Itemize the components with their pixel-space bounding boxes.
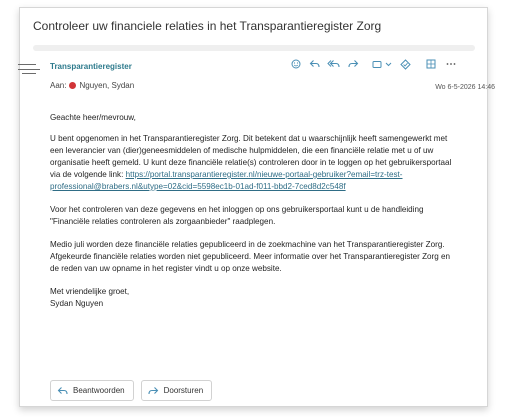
message-toolbar: [288, 57, 457, 71]
forward-icon[interactable]: [345, 57, 361, 71]
paragraph-2: Voor het controleren van deze gegevens e…: [50, 205, 424, 226]
reply-all-icon[interactable]: [325, 57, 342, 71]
forward-button[interactable]: Doorsturen: [140, 380, 213, 401]
greeting: Geachte heer/mevrouw,: [50, 113, 136, 122]
email-body: Geachte heer/mevrouw, U bent opgenomen i…: [50, 112, 452, 310]
email-date: Wo 6-5-2026 14:46: [435, 84, 495, 91]
reply-icon[interactable]: [306, 57, 322, 71]
paragraph-3: Medio juli worden deze financiële relati…: [50, 240, 450, 273]
sender-logo: [18, 64, 40, 74]
more-icon[interactable]: [445, 57, 457, 71]
forward-button-label: Doorsturen: [163, 386, 204, 395]
emoji-icon[interactable]: [288, 57, 303, 71]
reply-button[interactable]: Beantwoorden: [50, 380, 134, 401]
forward-icon: [148, 386, 158, 394]
to-label: Aan:: [50, 81, 67, 90]
signature: Sydan Nguyen: [50, 299, 104, 308]
sender-name[interactable]: Transparantieregister: [50, 62, 132, 71]
email-subject: Controleer uw financiele relaties in het…: [33, 19, 382, 33]
reply-button-label: Beantwoorden: [73, 386, 125, 395]
message-actions: Beantwoorden Doorsturen: [50, 380, 213, 401]
presence-dot-icon: [69, 82, 77, 89]
subject-bar: Controleer uw financiele relaties in het…: [20, 8, 487, 46]
chevron-down-icon[interactable]: [384, 57, 392, 71]
recipients-line: Aan: Nguyen, Sydan: [50, 81, 134, 90]
reply-icon: [57, 386, 68, 394]
subject-divider: [33, 45, 475, 51]
mark-icon[interactable]: [398, 57, 413, 71]
closing: Met vriendelijke groet,: [50, 287, 130, 296]
grid-icon[interactable]: [423, 57, 438, 71]
paragraph-1: U bent opgenomen in het Transparantiereg…: [50, 133, 452, 193]
recipient-name[interactable]: Nguyen, Sydan: [79, 81, 134, 90]
apps-icon[interactable]: [371, 57, 383, 71]
